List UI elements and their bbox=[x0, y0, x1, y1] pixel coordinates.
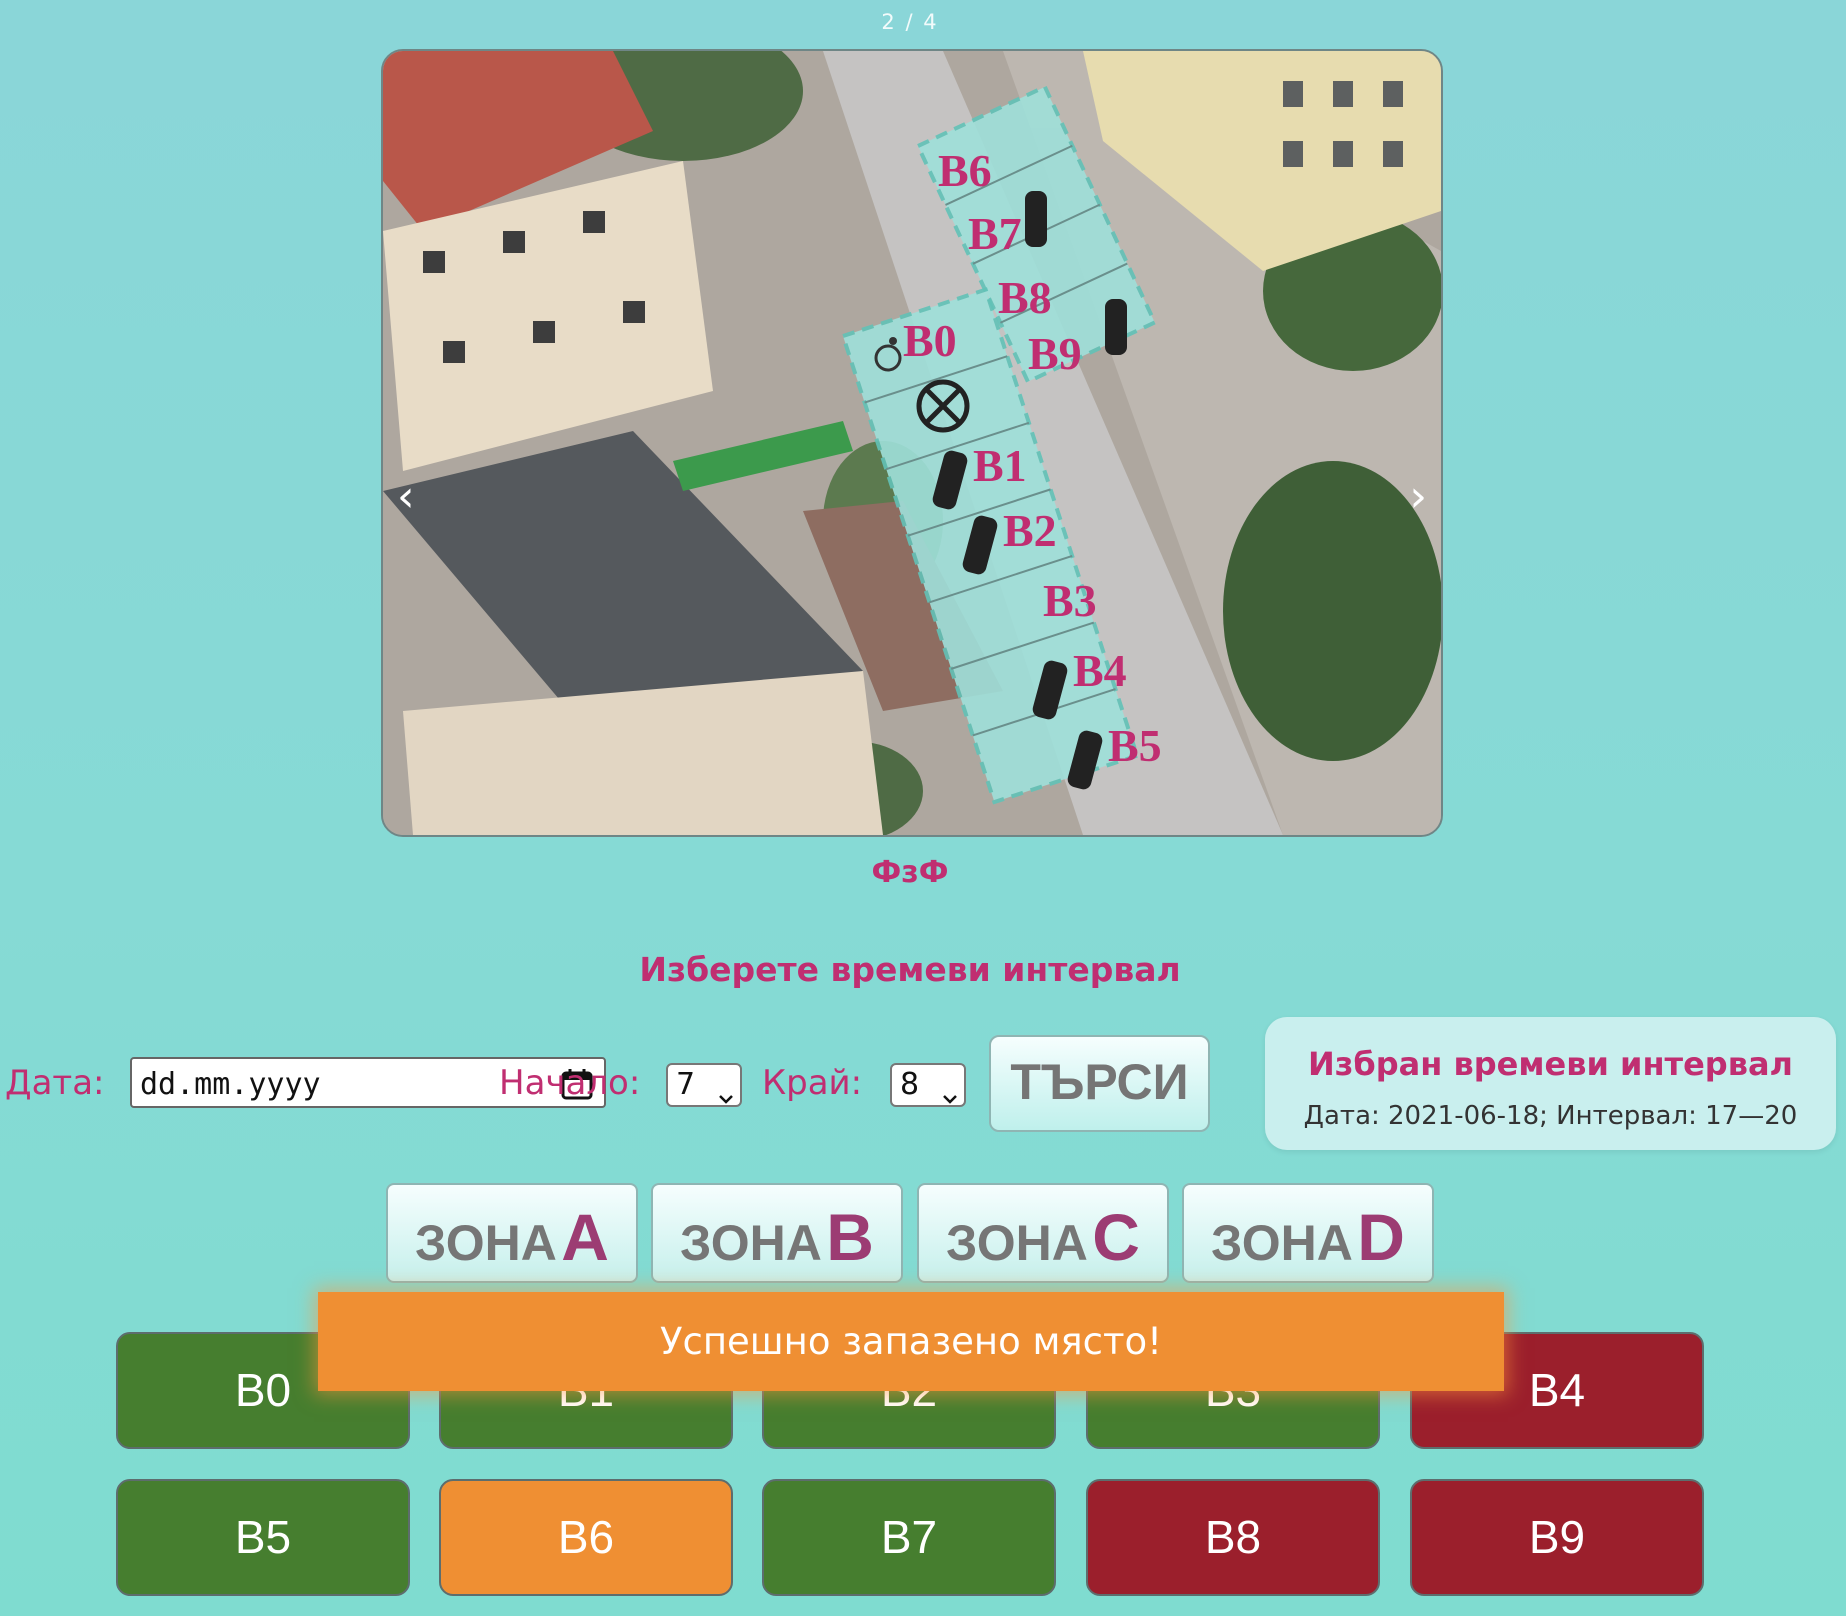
selected-interval-box: Избран времеви интервал Дата: 2021-06-18… bbox=[1265, 1017, 1836, 1150]
selected-interval-title: Избран времеви интервал bbox=[1308, 1045, 1793, 1083]
zone-word: ЗОНА bbox=[946, 1215, 1088, 1271]
map-label-b3: B3 bbox=[1043, 575, 1097, 626]
zone-a-button[interactable]: ЗОНА A bbox=[386, 1183, 638, 1283]
spot-b7-button[interactable]: B7 bbox=[762, 1479, 1056, 1596]
end-select-value: 8 bbox=[900, 1067, 920, 1102]
zone-letter: C bbox=[1092, 1200, 1140, 1274]
slide-counter: 2 / 4 bbox=[881, 10, 939, 34]
search-button[interactable]: ТЪРСИ bbox=[989, 1035, 1210, 1132]
slider-next-button[interactable]: › bbox=[1409, 471, 1427, 522]
map-label-b5: B5 bbox=[1108, 720, 1162, 771]
date-label: Дата: bbox=[5, 1063, 105, 1103]
chevron-down-icon bbox=[718, 1078, 734, 1113]
map-label-b9: B9 bbox=[1028, 328, 1082, 379]
start-label: Начало: bbox=[499, 1063, 641, 1103]
spot-b8-button[interactable]: B8 bbox=[1086, 1479, 1380, 1596]
zone-letter: D bbox=[1357, 1200, 1405, 1274]
map-label-b1: B1 bbox=[973, 440, 1027, 491]
end-label: Край: bbox=[762, 1063, 863, 1103]
parking-map-image: B6 B7 B8 B9 B0 B1 B2 B3 B4 B5 ‹ › bbox=[381, 49, 1443, 837]
chevron-down-icon bbox=[942, 1078, 958, 1113]
end-select[interactable]: 8 bbox=[890, 1063, 966, 1107]
map-label-b7: B7 bbox=[968, 208, 1022, 259]
zone-word: ЗОНА bbox=[680, 1215, 822, 1271]
map-label-b0: B0 bbox=[903, 315, 957, 366]
zone-b-button[interactable]: ЗОНА B bbox=[651, 1183, 903, 1283]
start-select-value: 7 bbox=[676, 1067, 696, 1102]
start-select[interactable]: 7 bbox=[666, 1063, 742, 1107]
slider-prev-button[interactable]: ‹ bbox=[397, 471, 415, 522]
car-icon bbox=[1025, 191, 1047, 247]
aerial-parking-map: B6 B7 B8 B9 B0 B1 B2 B3 B4 B5 bbox=[383, 51, 1441, 835]
time-interval-heading: Изберете времеви интервал bbox=[639, 950, 1181, 989]
zone-c-button[interactable]: ЗОНА C bbox=[917, 1183, 1169, 1283]
zone-letter: B bbox=[826, 1200, 874, 1274]
zone-word: ЗОНА bbox=[415, 1215, 557, 1271]
zone-d-button[interactable]: ЗОНА D bbox=[1182, 1183, 1434, 1283]
zone-letter: A bbox=[561, 1200, 609, 1274]
map-label-b4: B4 bbox=[1073, 645, 1127, 696]
date-input-placeholder: dd.mm.yyyy bbox=[140, 1067, 321, 1102]
map-label-b8: B8 bbox=[998, 272, 1052, 323]
map-label-b2: B2 bbox=[1003, 505, 1057, 556]
zone-word: ЗОНА bbox=[1211, 1215, 1353, 1271]
car-icon bbox=[1105, 299, 1127, 355]
slide-caption: ФзФ bbox=[871, 855, 949, 890]
success-toast: Успешно запазено място! bbox=[318, 1292, 1504, 1391]
spot-b6-button[interactable]: B6 bbox=[439, 1479, 733, 1596]
map-label-b6: B6 bbox=[938, 145, 992, 196]
spot-b9-button[interactable]: B9 bbox=[1410, 1479, 1704, 1596]
selected-interval-details: Дата: 2021-06-18; Интервал: 17—20 bbox=[1303, 1101, 1798, 1131]
spot-b5-button[interactable]: B5 bbox=[116, 1479, 410, 1596]
